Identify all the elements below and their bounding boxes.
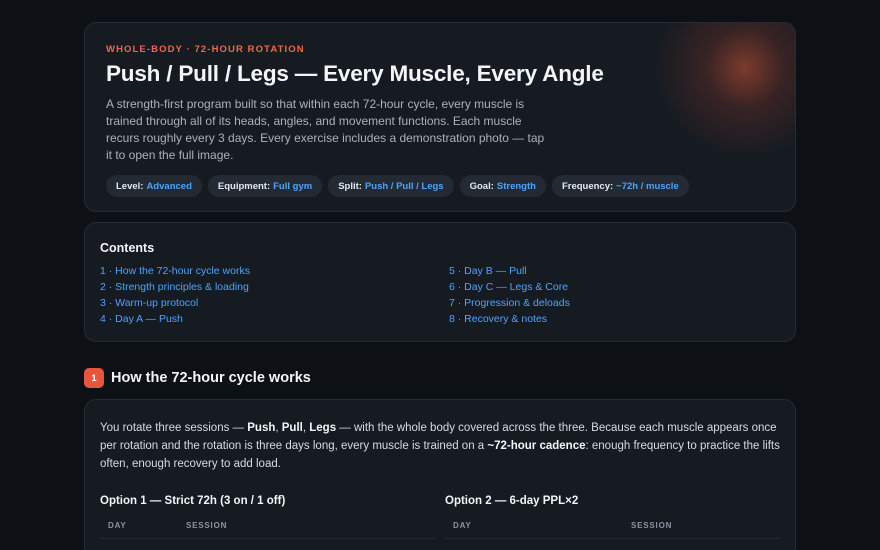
chip-value: Push / Pull / Legs bbox=[364, 180, 444, 192]
toc-link-progression[interactable]: 7 · Progression & deloads bbox=[449, 295, 749, 311]
program-meta-chips: Level: Advanced Equipment: Full gym Split:… bbox=[106, 175, 775, 197]
page-container: WHOLE-BODY · 72-HOUR ROTATION Push / Pul… bbox=[84, 22, 796, 550]
program-eyebrow: WHOLE-BODY · 72-HOUR ROTATION bbox=[106, 44, 305, 55]
chip-label: Level: bbox=[116, 180, 144, 192]
chip-equipment: Equipment: Full gym bbox=[207, 175, 323, 197]
chip-label: Split: bbox=[338, 180, 362, 192]
section-number-badge: 1 bbox=[84, 368, 104, 388]
column-header-session: SESSION bbox=[631, 521, 673, 530]
chip-label: Goal: bbox=[469, 180, 494, 192]
intro-text: You rotate three sessions — bbox=[100, 422, 248, 434]
column-header-day: DAY bbox=[108, 521, 127, 530]
chip-value: Full gym bbox=[273, 180, 313, 192]
chip-frequency: Frequency: ~72h / muscle bbox=[551, 175, 689, 197]
schedule-options: Option 1 — Strict 72h (3 on / 1 off) DAY… bbox=[100, 495, 780, 539]
option-title: Option 2 — 6-day PPL×2 bbox=[445, 495, 579, 507]
intro-emphasis: Legs bbox=[309, 422, 337, 434]
column-header-day: DAY bbox=[453, 521, 472, 530]
program-header-card: WHOLE-BODY · 72-HOUR ROTATION Push / Pul… bbox=[84, 22, 796, 212]
chip-value: ~72h / muscle bbox=[616, 180, 679, 192]
section-intro: You rotate three sessions — Push, Pull, … bbox=[100, 419, 780, 473]
column-header-session: SESSION bbox=[186, 521, 228, 530]
table-of-contents: Contents 1 · How the 72-hour cycle works… bbox=[84, 222, 796, 342]
toc-link-principles[interactable]: 2 · Strength principles & loading bbox=[100, 279, 449, 295]
chip-split: Split: Push / Pull / Legs bbox=[328, 175, 454, 197]
program-description: A strength-first program built so that w… bbox=[106, 97, 545, 162]
page-title: Push / Pull / Legs — Every Muscle, Every… bbox=[106, 61, 604, 86]
chip-label: Frequency: bbox=[561, 180, 614, 192]
table-header: DAY SESSION bbox=[445, 521, 780, 539]
chip-goal: Goal: Strength bbox=[459, 175, 546, 197]
decorative-glow bbox=[635, 23, 795, 153]
intro-emphasis: Pull bbox=[281, 422, 303, 434]
chip-value: Strength bbox=[496, 180, 536, 192]
toc-link-pull[interactable]: 5 · Day B — Pull bbox=[449, 263, 749, 279]
section-card: You rotate three sessions — Push, Pull, … bbox=[84, 399, 796, 550]
toc-link-cycle[interactable]: 1 · How the 72-hour cycle works bbox=[100, 263, 449, 279]
toc-links: 1 · How the 72-hour cycle works 5 · Day … bbox=[100, 263, 780, 327]
chip-value: Advanced bbox=[146, 180, 192, 192]
toc-link-legs-core[interactable]: 6 · Day C — Legs & Core bbox=[449, 279, 749, 295]
schedule-option-1: Option 1 — Strict 72h (3 on / 1 off) DAY… bbox=[100, 495, 435, 539]
toc-link-recovery[interactable]: 8 · Recovery & notes bbox=[449, 311, 749, 327]
chip-label: Equipment: bbox=[217, 180, 271, 192]
toc-link-push[interactable]: 4 · Day A — Push bbox=[100, 311, 449, 327]
table-header: DAY SESSION bbox=[100, 521, 435, 539]
chip-level: Level: Advanced bbox=[106, 175, 202, 197]
option-title: Option 1 — Strict 72h (3 on / 1 off) bbox=[100, 495, 286, 507]
intro-emphasis: Push bbox=[247, 422, 276, 434]
toc-link-warmup[interactable]: 3 · Warm-up protocol bbox=[100, 295, 449, 311]
toc-title: Contents bbox=[100, 241, 155, 255]
intro-emphasis: ~72-hour cadence bbox=[487, 440, 586, 452]
schedule-option-2: Option 2 — 6-day PPL×2 DAY SESSION bbox=[445, 495, 780, 539]
section-heading: 1 How the 72-hour cycle works bbox=[84, 368, 796, 388]
section-title: How the 72-hour cycle works bbox=[111, 370, 311, 386]
